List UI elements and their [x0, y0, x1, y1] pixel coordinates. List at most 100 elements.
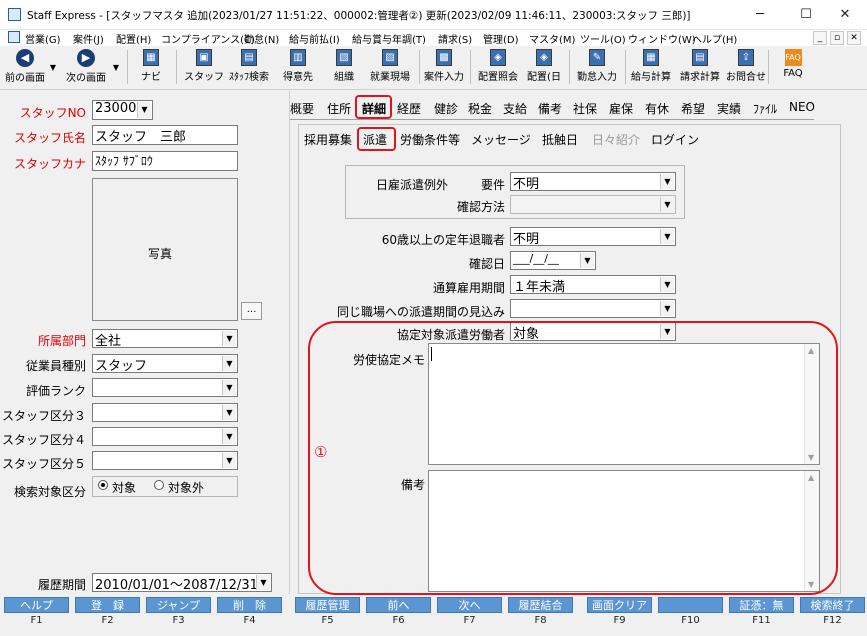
- tab-kenshin[interactable]: 健診: [434, 100, 458, 117]
- attendance-input-button[interactable]: ✎ 勤怠入力: [574, 48, 620, 88]
- subtab-haken[interactable]: 派遣: [363, 131, 387, 148]
- menu-kanri[interactable]: 管理(D): [483, 31, 519, 46]
- tsusan-select[interactable]: １年未満: [510, 275, 676, 294]
- staff-no-select[interactable]: 230003: [92, 100, 153, 120]
- menu-seikyu[interactable]: 請求(S): [438, 31, 472, 46]
- f1-help-button[interactable]: ヘルプ: [4, 597, 69, 613]
- tab-jisseki[interactable]: 実績: [717, 100, 741, 117]
- staff-kana-input[interactable]: ｽﾀｯﾌ ｻﾌﾞﾛｳ: [92, 151, 238, 171]
- f2-register-button[interactable]: 登 録: [75, 597, 140, 613]
- mdi-minimize-button[interactable]: _: [813, 31, 827, 45]
- payroll-button[interactable]: ▦ 給与計算: [628, 48, 674, 88]
- forward-dropdown-icon[interactable]: ▼: [111, 48, 121, 88]
- tab-zeikin[interactable]: 税金: [468, 100, 492, 117]
- menu-kyuyo[interactable]: 給与賞与年調(T): [352, 31, 426, 46]
- tab-gaiyo[interactable]: 概要: [290, 100, 314, 117]
- kubun3-select[interactable]: [92, 403, 238, 422]
- subtab-saiyo[interactable]: 採用募集: [304, 131, 352, 148]
- menu-kintai[interactable]: 勤怠(N): [244, 31, 279, 46]
- faq-button[interactable]: FAQ FAQ: [776, 48, 810, 88]
- menu-help[interactable]: ヘルプ(H): [692, 31, 737, 46]
- kubun4-select[interactable]: [92, 427, 238, 446]
- dept-select[interactable]: 全社: [92, 329, 238, 348]
- yoken-select[interactable]: 不明: [510, 172, 676, 191]
- kubun5-label: スタッフ区分５: [1, 457, 86, 471]
- chevron-down-icon: [660, 229, 674, 244]
- staff-button[interactable]: ▣ スタッフ: [184, 48, 224, 88]
- customer-button[interactable]: ▥ 得意先: [278, 48, 318, 88]
- payroll-icon: ▦: [643, 49, 659, 66]
- minimize-button[interactable]: ─: [737, 0, 783, 30]
- inquiry-button[interactable]: ⇪ お問合せ: [725, 48, 767, 88]
- tab-kibo[interactable]: 希望: [681, 100, 705, 117]
- menu-master[interactable]: マスタ(M): [529, 31, 575, 46]
- placement-day-button[interactable]: ◈ 配置(日: [524, 48, 564, 88]
- radio-target[interactable]: [98, 480, 108, 490]
- anken-input-button[interactable]: ▩ 案件入力: [422, 48, 466, 88]
- staff-search-button[interactable]: ▤ ｽﾀｯﾌ検索: [226, 48, 272, 88]
- rank-select[interactable]: [92, 378, 238, 397]
- kakunin-date-input[interactable]: ___/__/__: [510, 251, 596, 270]
- tab-shosai[interactable]: 詳細: [362, 100, 386, 117]
- billing-button[interactable]: ▤ 請求計算: [677, 48, 723, 88]
- tab-jusho[interactable]: 住所: [327, 100, 351, 117]
- placement-inquiry-button[interactable]: ◈ 配置照会: [475, 48, 521, 88]
- organization-button[interactable]: ▧ 組織: [328, 48, 360, 88]
- menu-maebarai[interactable]: 給与前払(I): [289, 31, 340, 46]
- history-label: 履歴期間: [37, 578, 86, 592]
- f6-prev-button[interactable]: 前へ: [366, 597, 431, 613]
- teinen-select[interactable]: 不明: [510, 227, 676, 246]
- menu-haichi[interactable]: 配置(H): [116, 31, 151, 46]
- kubun4-label: スタッフ区分４: [1, 433, 86, 447]
- history-select[interactable]: 2010/01/01～2087/12/31: [92, 573, 272, 592]
- mikomi-select[interactable]: [510, 299, 676, 318]
- kubun5-select[interactable]: [92, 451, 238, 470]
- back-button[interactable]: ◀ 前の画面: [2, 48, 48, 88]
- menu-window[interactable]: ウィンドウ(W): [628, 31, 696, 46]
- f10-button[interactable]: [658, 597, 723, 613]
- tab-keireki[interactable]: 経歴: [397, 100, 421, 117]
- f3-jump-button[interactable]: ジャンプ: [146, 597, 211, 613]
- menu-tool[interactable]: ツール(O): [580, 31, 626, 46]
- subtab-message[interactable]: メッセージ: [471, 131, 531, 148]
- tab-file[interactable]: ﾌｧｲﾙ: [753, 100, 777, 117]
- f11-evidence-button[interactable]: 証憑：無: [729, 597, 794, 613]
- menu-eigyo[interactable]: 営業(G): [25, 31, 61, 46]
- f4-key-label: F4: [243, 615, 256, 626]
- tab-yukyu[interactable]: 有休: [645, 100, 669, 117]
- f8-merge-button[interactable]: 履歴結合: [508, 597, 573, 613]
- f5-history-button[interactable]: 履歴管理: [295, 597, 360, 613]
- back-dropdown-icon[interactable]: ▼: [48, 48, 58, 88]
- f12-search-end-button[interactable]: 検索終了: [800, 597, 865, 613]
- navi-button[interactable]: ▦ ナビ: [133, 48, 169, 88]
- tab-koho[interactable]: 雇保: [609, 100, 633, 117]
- worksite-button[interactable]: ▨ 就業現場: [366, 48, 414, 88]
- staff-name-input[interactable]: スタッフ 三郎: [92, 125, 238, 145]
- f4-delete-button[interactable]: 削 除: [217, 597, 282, 613]
- forward-button[interactable]: ▶ 次の画面: [60, 48, 112, 88]
- chevron-down-icon: [256, 575, 270, 590]
- subtab-teishokubi[interactable]: 抵触日: [542, 131, 578, 148]
- radio-non-target[interactable]: [154, 480, 164, 490]
- menu-anken[interactable]: 案件(J): [73, 31, 104, 46]
- close-button[interactable]: ✕: [822, 0, 867, 30]
- f7-next-button[interactable]: 次へ: [437, 597, 502, 613]
- kakunin-method-select[interactable]: [510, 195, 676, 214]
- tab-biko[interactable]: 備考: [538, 100, 562, 117]
- subtab-hibi[interactable]: 日々紹介: [592, 131, 640, 148]
- photo-browse-button[interactable]: ...: [241, 302, 262, 320]
- subtab-login[interactable]: ログイン: [651, 131, 699, 148]
- arrow-left-icon: ◀: [16, 49, 34, 67]
- tab-shaho[interactable]: 社保: [573, 100, 597, 117]
- subtab-rodo[interactable]: 労働条件等: [400, 131, 460, 148]
- mdi-restore-button[interactable]: ▫: [830, 31, 844, 45]
- arrow-right-icon: ▶: [77, 49, 95, 67]
- tab-shikyu[interactable]: 支給: [503, 100, 527, 117]
- app-icon: [8, 8, 21, 21]
- emp-type-select[interactable]: スタッフ: [92, 354, 238, 373]
- f9-clear-button[interactable]: 画面クリア: [587, 597, 652, 613]
- kakunin-method-label: 確認方法: [456, 200, 505, 214]
- tab-neo[interactable]: NEO: [789, 100, 815, 114]
- menu-compliance[interactable]: コンプライアンス(C): [161, 31, 255, 46]
- mdi-close-button[interactable]: ✕: [847, 31, 861, 45]
